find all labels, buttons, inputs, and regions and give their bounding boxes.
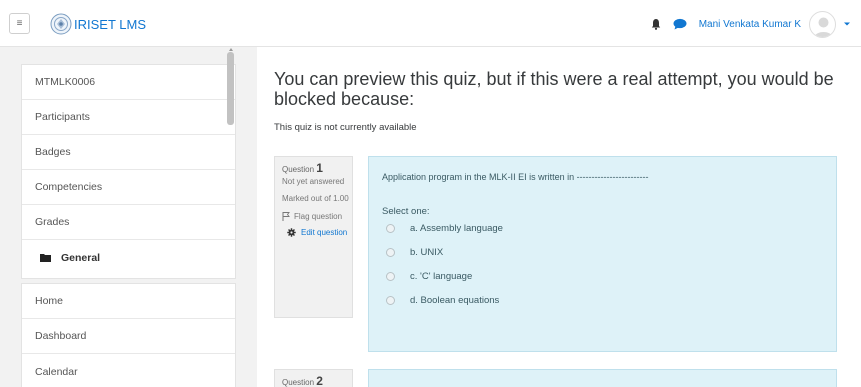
flag-question-label: Flag question (294, 212, 343, 221)
nav-item-grades[interactable]: Grades (22, 205, 235, 240)
question-info: Question 1 Not yet answered Marked out o… (274, 156, 353, 318)
question-number: 2 (316, 374, 323, 387)
flag-icon (282, 212, 290, 221)
nav-item-home[interactable]: Home (22, 284, 235, 319)
edit-question-label: Edit question (301, 228, 348, 237)
nav-item-label: General (61, 251, 101, 264)
nav-item-label: Grades (35, 216, 70, 228)
main-content: You can preview this quiz, but if this w… (257, 47, 861, 387)
gear-icon (287, 228, 296, 237)
top-navbar: ≡ IRISET LMS Mani Venkata Kumar K (0, 0, 861, 47)
answer-prompt: Select one: (382, 206, 430, 217)
nav-item-general[interactable]: General (22, 240, 235, 275)
chevron-down-icon[interactable] (843, 20, 851, 28)
nav-item-label: MTMLK0006 (35, 76, 96, 88)
nav-item-calendar[interactable]: Calendar (22, 354, 235, 387)
nav-item-label: Badges (35, 146, 71, 158)
nav-item-badges[interactable]: Badges (22, 135, 235, 170)
bell-icon[interactable] (650, 18, 662, 30)
nav-item-dashboard[interactable]: Dashboard (22, 319, 235, 354)
nav-drawer: MTMLK0006 Participants Badges Competenci… (0, 47, 237, 387)
iriset-logo-icon (50, 13, 72, 35)
flag-question-toggle[interactable]: Flag question (282, 211, 352, 222)
nav-item-label: Participants (35, 111, 90, 123)
answer-option[interactable]: d. Boolean equations (386, 295, 499, 306)
user-avatar-icon (814, 17, 833, 37)
course-nav-block: MTMLK0006 Participants Badges Competenci… (21, 64, 236, 279)
message-icon[interactable] (673, 18, 687, 30)
question-label: Question (282, 378, 315, 387)
radio-button[interactable] (386, 272, 395, 281)
answer-label: a. Assembly language (410, 223, 503, 234)
answer-option[interactable]: b. UNIX (386, 247, 443, 258)
radio-button[interactable] (386, 248, 395, 257)
edit-question-link[interactable]: Edit question (287, 227, 352, 238)
question-content (368, 369, 837, 387)
drawer-scrollbar[interactable] (227, 52, 234, 125)
quiz-availability-message: This quiz is not currently available (274, 122, 417, 133)
radio-button[interactable] (386, 224, 395, 233)
user-name-link[interactable]: Mani Venkata Kumar K (699, 19, 801, 30)
page-title: You can preview this quiz, but if this w… (274, 69, 834, 109)
question-state: Not yet answered (282, 177, 345, 186)
answer-option[interactable]: a. Assembly language (386, 223, 503, 234)
question-content: Application program in the MLK-II EI is … (368, 156, 837, 352)
answer-label: d. Boolean equations (410, 295, 500, 306)
folder-icon (40, 254, 51, 262)
avatar[interactable] (809, 10, 836, 38)
answer-option[interactable]: c. 'C' language (386, 271, 472, 282)
site-name: IRISET LMS (74, 16, 147, 32)
question-grade: Marked out of 1.00 (282, 194, 349, 203)
nav-item-course[interactable]: MTMLK0006 (22, 65, 235, 100)
question-info: Question 2 (274, 369, 353, 387)
radio-button[interactable] (386, 296, 395, 305)
site-nav-block: Home Dashboard Calendar (21, 283, 236, 387)
answer-label: c. 'C' language (410, 271, 473, 282)
nav-item-label: Competencies (35, 181, 103, 193)
question-label: Question (282, 165, 315, 174)
user-nav: Mani Venkata Kumar K (650, 10, 851, 38)
question-number: 1 (316, 161, 323, 175)
hamburger-menu-button[interactable]: ≡ (9, 13, 30, 34)
nav-item-competencies[interactable]: Competencies (22, 170, 235, 205)
nav-item-label: Home (35, 295, 64, 307)
site-brand[interactable]: IRISET LMS (50, 13, 147, 35)
nav-item-label: Dashboard (35, 330, 87, 342)
nav-item-participants[interactable]: Participants (22, 100, 235, 135)
scroll-up-arrow-icon[interactable] (229, 48, 233, 51)
answer-label: b. UNIX (410, 247, 444, 258)
nav-item-label: Calendar (35, 365, 78, 378)
question-text: Application program in the MLK-II EI is … (382, 172, 649, 182)
